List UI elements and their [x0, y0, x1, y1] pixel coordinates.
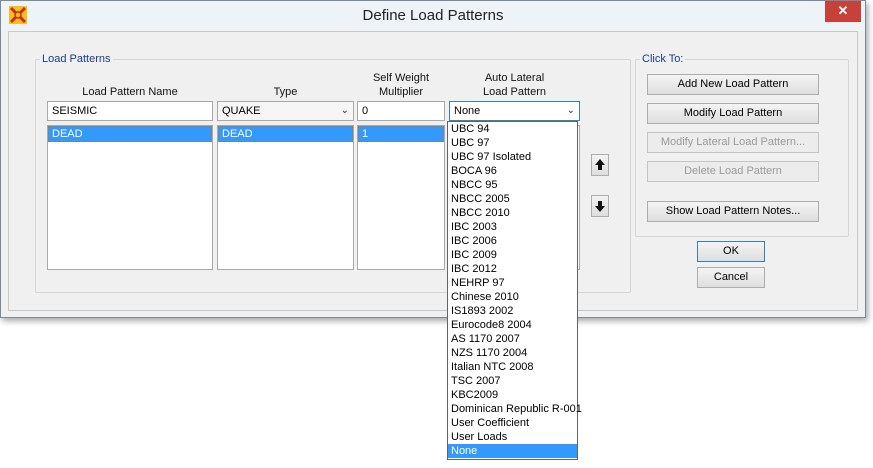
dropdown-option[interactable]: NEHRP 97 [448, 276, 577, 290]
dialog-body: Load Patterns Load Pattern Name Type Sel… [8, 31, 858, 311]
name-list[interactable]: DEAD [47, 125, 213, 270]
title-bar[interactable]: Define Load Patterns ✕ [1, 1, 865, 31]
dropdown-option[interactable]: Eurocode8 2004 [448, 318, 577, 332]
delete-load-pattern-button[interactable]: Delete Load Pattern [647, 161, 819, 182]
dropdown-option[interactable]: User Coefficient [448, 416, 577, 430]
modify-lateral-load-pattern-button[interactable]: Modify Lateral Load Pattern... [647, 132, 819, 153]
dropdown-option[interactable]: KBC2009 [448, 388, 577, 402]
type-select-value: QUAKE [222, 105, 261, 117]
dropdown-option[interactable]: NZS 1170 2004 [448, 346, 577, 360]
auto-lateral-dropdown-list[interactable]: UBC 94 UBC 97 UBC 97 Isolated BOCA 96 NBCC 9… [447, 121, 582, 460]
modify-load-pattern-button[interactable]: Modify Load Pattern [647, 103, 819, 124]
auto-lateral-select-value: None [454, 105, 481, 117]
dropdown-option[interactable]: Italian NTC 2008 [448, 360, 577, 374]
dropdown-option[interactable]: UBC 97 Isolated [448, 150, 577, 164]
dropdown-option[interactable]: IBC 2012 [448, 262, 577, 276]
dropdown-option[interactable]: TSC 2007 [448, 374, 577, 388]
dropdown-option[interactable]: User Loads [448, 430, 577, 444]
self-weight-multiplier-input[interactable]: 0 [357, 101, 445, 121]
header-load-pattern-name: Load Pattern Name [82, 86, 178, 98]
ok-button[interactable]: OK [697, 241, 765, 262]
header-auto-lateral-load-pattern: Auto Lateral Load Pattern [449, 71, 580, 99]
type-select[interactable]: QUAKE ⌄ [217, 101, 354, 121]
show-load-pattern-notes-button[interactable]: Show Load Pattern Notes... [647, 201, 819, 222]
dropdown-option[interactable]: IBC 2006 [448, 234, 577, 248]
dropdown-option[interactable]: BOCA 96 [448, 164, 577, 178]
chevron-down-icon: ⌄ [340, 105, 349, 116]
move-down-button[interactable] [591, 195, 609, 217]
dropdown-option[interactable]: AS 1170 2007 [448, 332, 577, 346]
auto-lateral-select[interactable]: None ⌄ [449, 101, 580, 121]
chevron-down-icon: ⌄ [566, 105, 575, 116]
load-pattern-name-input[interactable]: SEISMIC [47, 101, 213, 121]
dropdown-option[interactable]: None [448, 444, 577, 458]
load-patterns-group-label: Load Patterns [40, 53, 113, 65]
dropdown-option[interactable]: Chinese 2010 [448, 290, 577, 304]
arrow-down-icon [595, 201, 605, 212]
header-self-weight-multiplier: Self Weight Multiplier [357, 71, 445, 99]
header-type: Type [273, 86, 298, 98]
dropdown-option[interactable]: NBCC 2005 [448, 192, 577, 206]
add-new-load-pattern-button[interactable]: Add New Load Pattern [647, 74, 819, 95]
dropdown-option[interactable]: UBC 94 [448, 122, 577, 136]
dropdown-option[interactable]: NBCC 2010 [448, 206, 577, 220]
define-load-patterns-dialog: Define Load Patterns ✕ Load Patterns Loa… [0, 0, 866, 318]
dropdown-option[interactable]: Dominican Republic R-001 [448, 402, 582, 416]
list-item[interactable]: 1 [358, 126, 444, 142]
header-self-weight-line1: Self Weight [372, 72, 430, 84]
move-up-button[interactable] [591, 154, 609, 176]
header-auto-lateral-line1: Auto Lateral [484, 72, 545, 84]
dropdown-option[interactable]: UBC 97 [448, 136, 577, 150]
dropdown-option[interactable]: IBC 2009 [448, 248, 577, 262]
self-weight-list[interactable]: 1 [357, 125, 445, 270]
list-item[interactable]: DEAD [218, 126, 353, 142]
header-auto-lateral-line2: Load Pattern [483, 86, 546, 98]
dropdown-option[interactable]: IBC 2003 [448, 220, 577, 234]
close-button[interactable]: ✕ [825, 1, 861, 22]
header-self-weight-line2: Multiplier [378, 86, 423, 98]
dropdown-option[interactable]: NBCC 95 [448, 178, 577, 192]
dropdown-option[interactable]: IS1893 2002 [448, 304, 577, 318]
type-list[interactable]: DEAD [217, 125, 354, 270]
cancel-button[interactable]: Cancel [697, 267, 765, 288]
list-item[interactable]: DEAD [48, 126, 212, 142]
click-to-group-label: Click To: [640, 53, 686, 65]
window-title: Define Load Patterns [362, 7, 504, 24]
arrow-up-icon [595, 159, 605, 170]
